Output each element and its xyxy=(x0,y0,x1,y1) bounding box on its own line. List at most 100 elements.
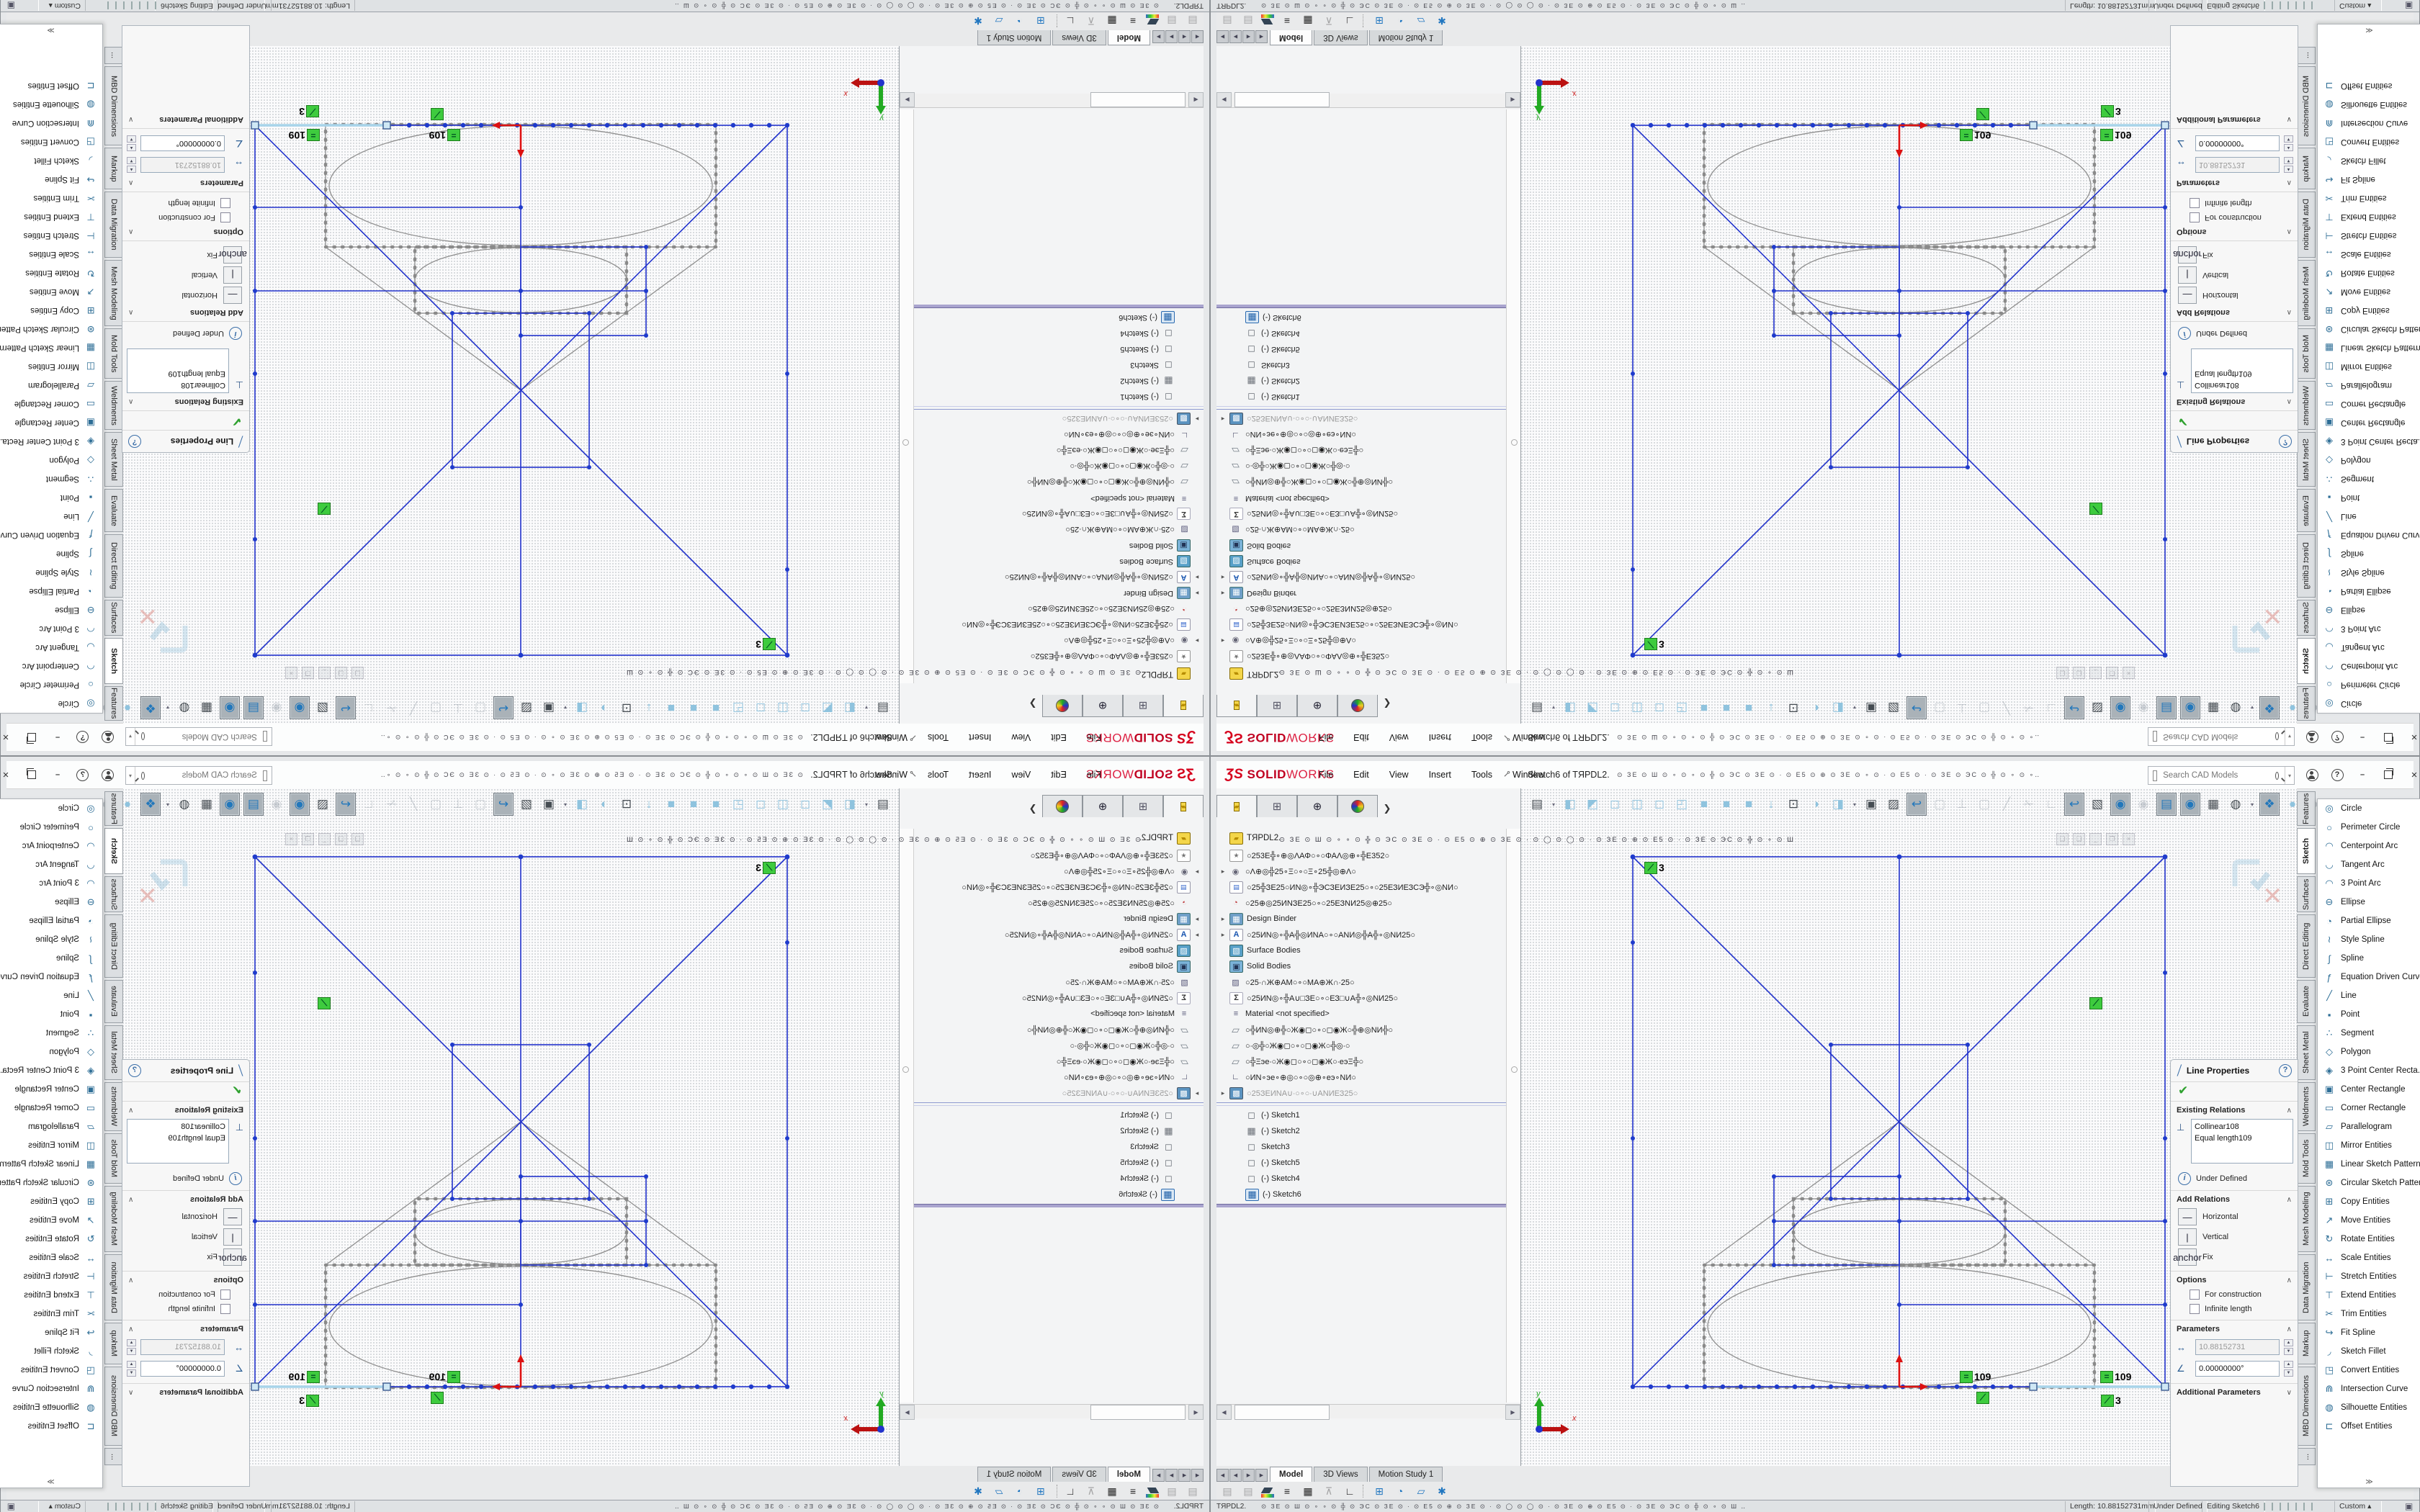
menu-item[interactable]: ◠ Centerpoint Arc xyxy=(0,657,102,675)
toolbar-icon[interactable]: ◰ xyxy=(729,793,748,815)
relation-badge[interactable]: ⟋3 xyxy=(756,862,776,873)
menu-item[interactable]: Edit xyxy=(1343,732,1379,742)
add-relation-row[interactable]: | Vertical xyxy=(122,265,249,285)
menu-item[interactable]: ✂ Trim Entities xyxy=(0,1305,102,1323)
tree-row[interactable]: ▸ ★ ○253Ε╬∘⊕◎ΛΑΦ○∘○ΦΑΛ◎⊕∘╬Ε352○ xyxy=(914,649,1204,665)
menu-item[interactable]: ≀ Style Spline xyxy=(0,563,102,582)
toolbar-icon[interactable]: ■ xyxy=(1739,697,1758,719)
tab-nav-arrow[interactable]: ▶ xyxy=(1242,30,1255,43)
menu-item[interactable]: ◫ Mirror Entities xyxy=(2318,1136,2420,1155)
menu-item[interactable]: ◠ 3 Point Arc xyxy=(2318,619,2420,638)
toolbar-icon[interactable]: ▾ xyxy=(2249,697,2256,719)
sketch-tree-row[interactable]: ▦ (-) Sketch6 xyxy=(914,1187,1204,1202)
tree-row[interactable]: ▸ ▤ ○25╬ЗЕ25○ИΝ◎∘╬ЭСЗЕИЗЕ25○∘○25ЕЗИЕЗСЭ╬… xyxy=(1216,879,1506,895)
menu-item[interactable]: ↗ Move Entities xyxy=(0,1211,102,1230)
scroll-thumb[interactable] xyxy=(1234,1405,1330,1420)
checkbox[interactable] xyxy=(2190,1290,2200,1300)
scroll-left-icon[interactable]: ◀ xyxy=(1188,92,1204,107)
menu-item[interactable]: ◎ Circle xyxy=(0,799,102,818)
sketch-tree-row[interactable]: ◻ (-) Sketch4 xyxy=(1216,325,1506,341)
toolbar-icon[interactable]: ╱ xyxy=(1997,697,2016,719)
toolbar-icon[interactable]: ▤ xyxy=(243,696,264,719)
sketch-tree-row[interactable]: ▦ (-) Sketch2 xyxy=(914,1123,1204,1139)
toolbar-icon[interactable]: ✁ xyxy=(382,697,400,719)
motion-toolbar-icon[interactable]: ◔ xyxy=(1012,1484,1028,1498)
tree-vertical-scrollbar[interactable] xyxy=(1506,109,1520,683)
minimize-button[interactable]: – xyxy=(48,761,67,788)
document-tab[interactable]: 3D Views xyxy=(1052,1467,1106,1482)
commandmanager-tab[interactable]: Direct Editing xyxy=(2297,534,2316,598)
panel-help-icon[interactable]: ? xyxy=(2279,1064,2292,1077)
expand-arrow-icon[interactable]: ▸ xyxy=(1216,590,1229,598)
scroll-thumb[interactable] xyxy=(1090,1405,1186,1420)
expand-arrow-icon[interactable]: ▸ xyxy=(1191,915,1204,923)
motion-toolbar-icon[interactable]: ▤ xyxy=(1219,1484,1235,1498)
toolbar-icon[interactable]: ⊥ xyxy=(1953,793,1971,815)
menu-item[interactable]: ≀ Style Spline xyxy=(2318,563,2420,582)
tree-row[interactable]: ▸ ▩ ○25ЗЕИΝΑ∪∙○∘○∙∪ΑΝИЕЗ25○ xyxy=(1216,1085,1506,1101)
tree-row[interactable]: ▸ Σ ○25ИΝ◎∘╬Α∪□ЗЕ○∘○ЕЗ□∪Α╬∘◎ΝИ25○ xyxy=(914,506,1204,522)
toolbar-icon[interactable]: ↓ xyxy=(640,697,658,719)
sketch-tree-row[interactable]: ▦ (-) Sketch6 xyxy=(1216,310,1506,325)
motion-toolbar-icon[interactable]: ✱ xyxy=(1434,1484,1450,1498)
expand-arrow-icon[interactable]: ▸ xyxy=(1216,868,1229,876)
ok-check-icon[interactable]: ✔ xyxy=(2171,410,2298,430)
menu-item[interactable]: ∴ Segment xyxy=(0,469,102,488)
add-relation-row[interactable]: — Horizontal xyxy=(122,1207,249,1227)
toolbar-icon[interactable]: ■ xyxy=(1717,793,1736,815)
toolbar-icon[interactable]: ▾ xyxy=(2249,793,2256,815)
help-button[interactable]: ? xyxy=(73,724,92,751)
user-account-button[interactable] xyxy=(99,761,117,788)
commandmanager-tab[interactable]: ... xyxy=(2297,1448,2316,1465)
sketch-tree-row[interactable]: ▦ (-) Sketch6 xyxy=(914,310,1204,325)
commandmanager-tab[interactable]: Weldments xyxy=(2297,1082,2316,1131)
motion-toolbar-icon[interactable] xyxy=(1261,1494,1274,1498)
add-relation-row[interactable]: | Vertical xyxy=(2171,265,2298,285)
toolbar-icon[interactable]: ▨ xyxy=(517,697,536,719)
tree-row[interactable]: ▸ Σ ○25ИΝ◎∘╬Α∪□ЗЕ○∘○ЕЗ□∪Α╬∘◎ΝИ25○ xyxy=(1216,990,1506,1006)
menu-item[interactable]: ▪ Point xyxy=(2318,1005,2420,1024)
tree-horizontal-scrollbar[interactable]: ◀ ▶ xyxy=(1216,94,1520,108)
spinner[interactable]: ▲▼ xyxy=(127,1361,136,1377)
toolbar-icon[interactable]: ▧ xyxy=(313,793,332,815)
commandmanager-tab[interactable]: Surfaces xyxy=(104,876,123,912)
toolbar-icon[interactable]: ❖ xyxy=(2259,696,2280,719)
motion-toolbar-icon[interactable]: ⊞ xyxy=(1033,1484,1049,1498)
collapse-icon[interactable]: ∧ xyxy=(128,1196,133,1204)
expand-arrow-icon[interactable]: ▸ xyxy=(1216,415,1229,423)
menu-item[interactable]: ◇ Polygon xyxy=(2318,451,2420,469)
toolbar-icon[interactable]: ◉ xyxy=(290,793,310,816)
rollback-bar[interactable] xyxy=(914,1204,1204,1207)
menu-item[interactable]: ⋒ Intersection Curve xyxy=(2318,1380,2420,1398)
toolbar-icon[interactable]: ▾ xyxy=(1550,793,1557,815)
motion-toolbar-icon[interactable]: ⊞ xyxy=(1371,1484,1387,1498)
relation-button-icon[interactable]: | xyxy=(223,266,242,284)
tree-row[interactable]: ▸ ▱ ○╬Ξэе∙○Ж◉◻○∘○◻◉Ж○∙еэΞ╬○ xyxy=(914,1053,1204,1069)
toolbar-icon[interactable]: ↩ xyxy=(2064,696,2084,719)
menu-item[interactable]: ◇ Polygon xyxy=(2318,1043,2420,1061)
toolbar-icon[interactable]: ◨ xyxy=(1829,697,1847,719)
motion-toolbar-icon[interactable]: ≡ xyxy=(1125,1484,1141,1498)
commandmanager-tab[interactable]: Data Migration xyxy=(2297,1254,2316,1320)
tree-row[interactable]: ▸ ▤ ○25╬ЗЕ25○ИΝ◎∘╬ЭСЗЕИЗЕ25○∘○25ЕЗИЕЗСЭ╬… xyxy=(914,617,1204,633)
close-button[interactable]: × xyxy=(2405,761,2420,788)
checkbox[interactable] xyxy=(220,1290,230,1300)
toolbar-icon[interactable]: ↩ xyxy=(336,696,356,719)
commandmanager-tab[interactable]: Markup xyxy=(104,1323,123,1364)
tree-row[interactable]: ▸ ▧ Surface Bodies xyxy=(1216,942,1506,958)
commandmanager-tab[interactable]: Sheet Metal xyxy=(104,1025,123,1080)
collapse-icon[interactable]: ∧ xyxy=(128,228,133,236)
tree-row[interactable]: ▸ A ○25ИΝ◎∘╬Α╬◎ИΝΑ○∘○ΑΝИ◎╬Α╬∘◎ΝИ25○ xyxy=(1216,927,1506,942)
toolbar-icon[interactable]: ◉ xyxy=(2180,696,2200,719)
menu-item[interactable]: ↪ Fit Spline xyxy=(0,1323,102,1342)
menu-item[interactable]: ◠ 3 Point Arc xyxy=(2318,874,2420,893)
document-tab[interactable]: Motion Study 1 xyxy=(977,30,1052,45)
sketch-tree-row[interactable]: ◻ (-) Sketch5 xyxy=(914,341,1204,357)
ok-check-icon[interactable]: ✔ xyxy=(122,410,249,430)
search-input[interactable] xyxy=(2161,732,2275,742)
commandmanager-tab[interactable]: Data Migration xyxy=(104,1254,123,1320)
tree-row[interactable]: ▸ ∟ ○ИΝ∘эе∘⊕◎○∘○◎⊕∘еэ∘ΝИ○ xyxy=(914,1069,1204,1085)
scroll-left-icon[interactable]: ◀ xyxy=(1216,92,1232,107)
toolbar-icon[interactable]: ▧ xyxy=(2088,793,2107,815)
tree-row[interactable]: ▸ ▱ ○╬ИΝ◎⊕╬○Ж◉◻○∘○◻◉Ж○╬⊕◎ΝИ╬○ xyxy=(914,1022,1204,1038)
